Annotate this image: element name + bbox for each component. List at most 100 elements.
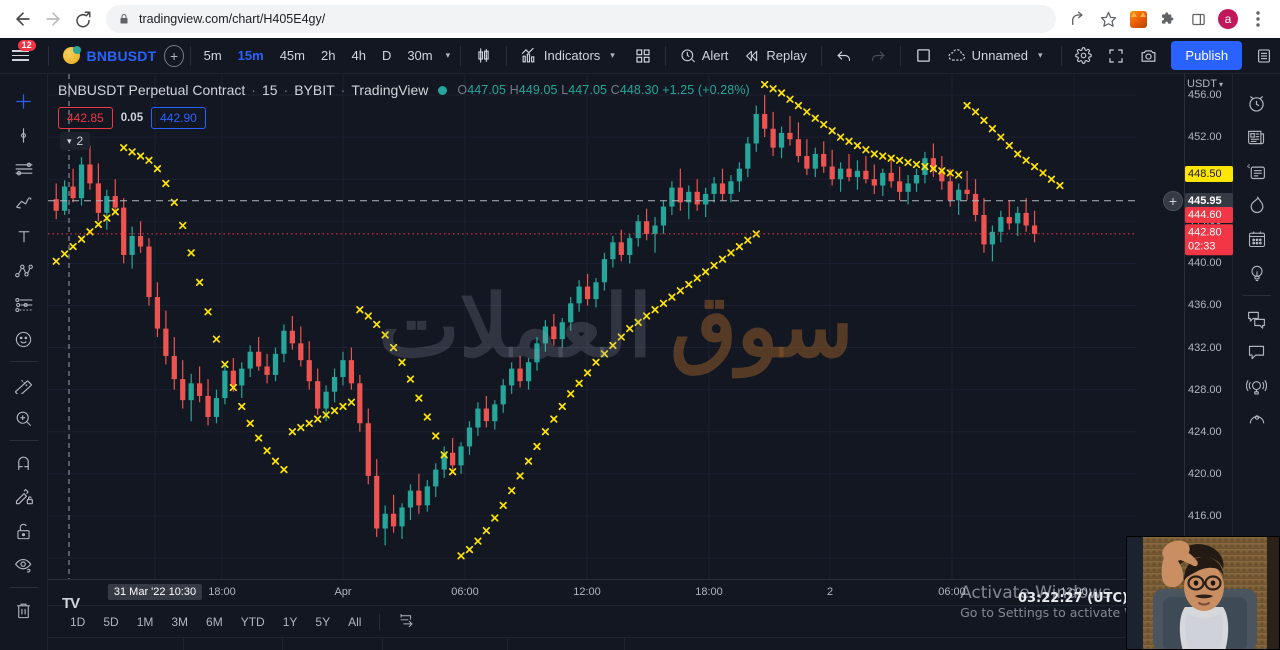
range-1d[interactable]: 1D bbox=[62, 611, 93, 633]
magnet-icon[interactable] bbox=[4, 446, 44, 480]
indicators-button[interactable]: Indicators ▾ bbox=[513, 42, 627, 69]
chart-area[interactable]: BNBUSDT Perpetual Contract · 15 · BYBIT … bbox=[48, 74, 1233, 650]
tab-strategy-tester[interactable]: Strategy Tester bbox=[383, 637, 508, 650]
range-all[interactable]: All bbox=[340, 611, 369, 633]
candlestick-plot[interactable] bbox=[48, 74, 1184, 579]
drawing-mode-icon[interactable] bbox=[4, 480, 44, 514]
extensions-icon[interactable] bbox=[1154, 5, 1182, 33]
range-ytd[interactable]: YTD bbox=[233, 611, 273, 633]
replay-button[interactable]: Replay bbox=[736, 43, 814, 69]
time-tick: Apr bbox=[334, 586, 352, 598]
patterns-icon[interactable] bbox=[4, 254, 44, 288]
add-symbol-button[interactable]: + bbox=[164, 44, 184, 67]
legend-interval: 15 bbox=[261, 82, 278, 98]
right-panel-toggle[interactable] bbox=[1248, 43, 1280, 69]
private-chat-icon[interactable] bbox=[1237, 335, 1277, 369]
emoji-icon[interactable] bbox=[4, 322, 44, 356]
fullscreen-button[interactable] bbox=[1100, 43, 1132, 69]
interval-15m[interactable]: 15m bbox=[231, 44, 271, 67]
last-price-value: 442.80 bbox=[1188, 226, 1222, 239]
range-5d[interactable]: 5D bbox=[95, 611, 126, 633]
notes-icon[interactable] bbox=[1237, 154, 1277, 188]
brush-icon[interactable] bbox=[4, 186, 44, 220]
layout-button[interactable] bbox=[907, 42, 940, 69]
chart-type-button[interactable] bbox=[467, 42, 500, 69]
goto-date-icon[interactable] bbox=[390, 609, 423, 635]
news-icon[interactable] bbox=[1237, 120, 1277, 154]
chevron-down-icon[interactable]: ▾ bbox=[67, 136, 72, 147]
interval-45m[interactable]: 45m bbox=[273, 44, 312, 67]
indicator-legend[interactable]: ▾ 2 bbox=[60, 132, 91, 150]
chart-settings-button[interactable] bbox=[1067, 42, 1100, 69]
save-layout-button[interactable]: Unnamed ▾ bbox=[940, 43, 1055, 68]
symbol-search-button[interactable]: BNBUSDT bbox=[55, 46, 165, 64]
calendar-icon[interactable] bbox=[1237, 222, 1277, 256]
crosshair-plus-button[interactable]: + bbox=[1163, 190, 1183, 211]
reload-button[interactable] bbox=[68, 4, 98, 34]
alerts-icon[interactable] bbox=[1237, 86, 1277, 120]
tab-stock-screener[interactable]: Stock Screener ▾ bbox=[48, 637, 185, 650]
interval-30m[interactable]: 30m bbox=[400, 44, 439, 67]
share-icon[interactable] bbox=[1064, 5, 1092, 33]
profile-avatar[interactable]: a bbox=[1214, 5, 1242, 33]
range-6m[interactable]: 6M bbox=[198, 611, 231, 633]
chevron-down-icon[interactable]: ▾ bbox=[606, 50, 619, 61]
tradingview-logo: TV bbox=[62, 595, 80, 612]
tab-text-notes[interactable]: Text Notes bbox=[184, 637, 283, 650]
sell-price-button[interactable]: 442.85 bbox=[58, 107, 113, 129]
tab-trading-panel[interactable]: Trading Panel bbox=[508, 637, 626, 650]
divider bbox=[9, 587, 38, 588]
snapshot-button[interactable] bbox=[1132, 42, 1165, 69]
interval-5m[interactable]: 5m bbox=[197, 44, 229, 67]
measure-icon[interactable] bbox=[4, 367, 44, 401]
market-status-dot bbox=[438, 85, 448, 95]
alert-button[interactable]: Alert bbox=[672, 43, 737, 69]
back-button[interactable] bbox=[8, 4, 38, 34]
hide-drawings-icon[interactable] bbox=[4, 548, 44, 582]
bookmark-star-icon[interactable] bbox=[1094, 5, 1122, 33]
forward-button[interactable] bbox=[38, 4, 68, 34]
address-bar[interactable]: tradingview.com/chart/H405E4gy/ bbox=[106, 5, 1056, 33]
main-menu-button[interactable]: 12 bbox=[0, 38, 42, 74]
buy-price-button[interactable]: 442.90 bbox=[151, 107, 206, 129]
lock-icon[interactable] bbox=[4, 514, 44, 548]
metamask-icon[interactable] bbox=[1124, 5, 1152, 33]
range-1y[interactable]: 1Y bbox=[275, 611, 306, 633]
crosshair-icon[interactable] bbox=[4, 84, 44, 118]
last-price-label: 442.80 02:33 bbox=[1185, 224, 1233, 256]
forecast-icon[interactable] bbox=[4, 288, 44, 322]
h-value: 449.05 bbox=[518, 83, 558, 97]
interval-4h[interactable]: 4h bbox=[344, 44, 372, 67]
text-icon[interactable] bbox=[4, 220, 44, 254]
redo-button[interactable] bbox=[861, 42, 894, 69]
lock-icon bbox=[118, 13, 130, 25]
remove-drawings-icon[interactable] bbox=[4, 593, 44, 627]
range-5y[interactable]: 5Y bbox=[307, 611, 338, 633]
chat-icon[interactable] bbox=[1237, 301, 1277, 335]
chevron-down-icon[interactable]: ▾ bbox=[1034, 50, 1047, 61]
interval-d[interactable]: D bbox=[375, 44, 398, 67]
undo-button[interactable] bbox=[828, 42, 861, 69]
overlay-timestamp: 03:22:27 (UTC) bbox=[1017, 591, 1128, 606]
price-scale[interactable]: USDT ▾ 456.00452.00448.00444.00440.00436… bbox=[1163, 74, 1233, 579]
broadcast-icon[interactable] bbox=[1237, 369, 1277, 403]
zoom-icon[interactable] bbox=[4, 401, 44, 435]
publish-button[interactable]: Publish bbox=[1171, 41, 1243, 70]
ideas-icon[interactable] bbox=[1237, 256, 1277, 290]
stream-icon[interactable] bbox=[1237, 403, 1277, 437]
bnb-logo-icon bbox=[62, 46, 81, 64]
legend-provider: TradingView bbox=[351, 82, 429, 98]
tab-pine-editor[interactable]: Pine Editor bbox=[283, 637, 384, 650]
horizontal-lines-icon[interactable] bbox=[4, 152, 44, 186]
trend-line-icon[interactable] bbox=[4, 118, 44, 152]
browser-menu-icon[interactable] bbox=[1244, 5, 1272, 33]
chevron-down-icon[interactable]: ▾ bbox=[442, 50, 455, 61]
hotlist-icon[interactable] bbox=[1237, 188, 1277, 222]
templates-button[interactable] bbox=[627, 43, 659, 69]
side-panel-icon[interactable] bbox=[1184, 5, 1212, 33]
o-label: O bbox=[457, 83, 468, 97]
interval-2h[interactable]: 2h bbox=[314, 44, 342, 67]
range-1m[interactable]: 1M bbox=[129, 611, 162, 633]
range-3m[interactable]: 3M bbox=[163, 611, 196, 633]
bottom-panel-tabs: Stock Screener ▾ Text Notes Pine Editor … bbox=[48, 637, 1232, 650]
